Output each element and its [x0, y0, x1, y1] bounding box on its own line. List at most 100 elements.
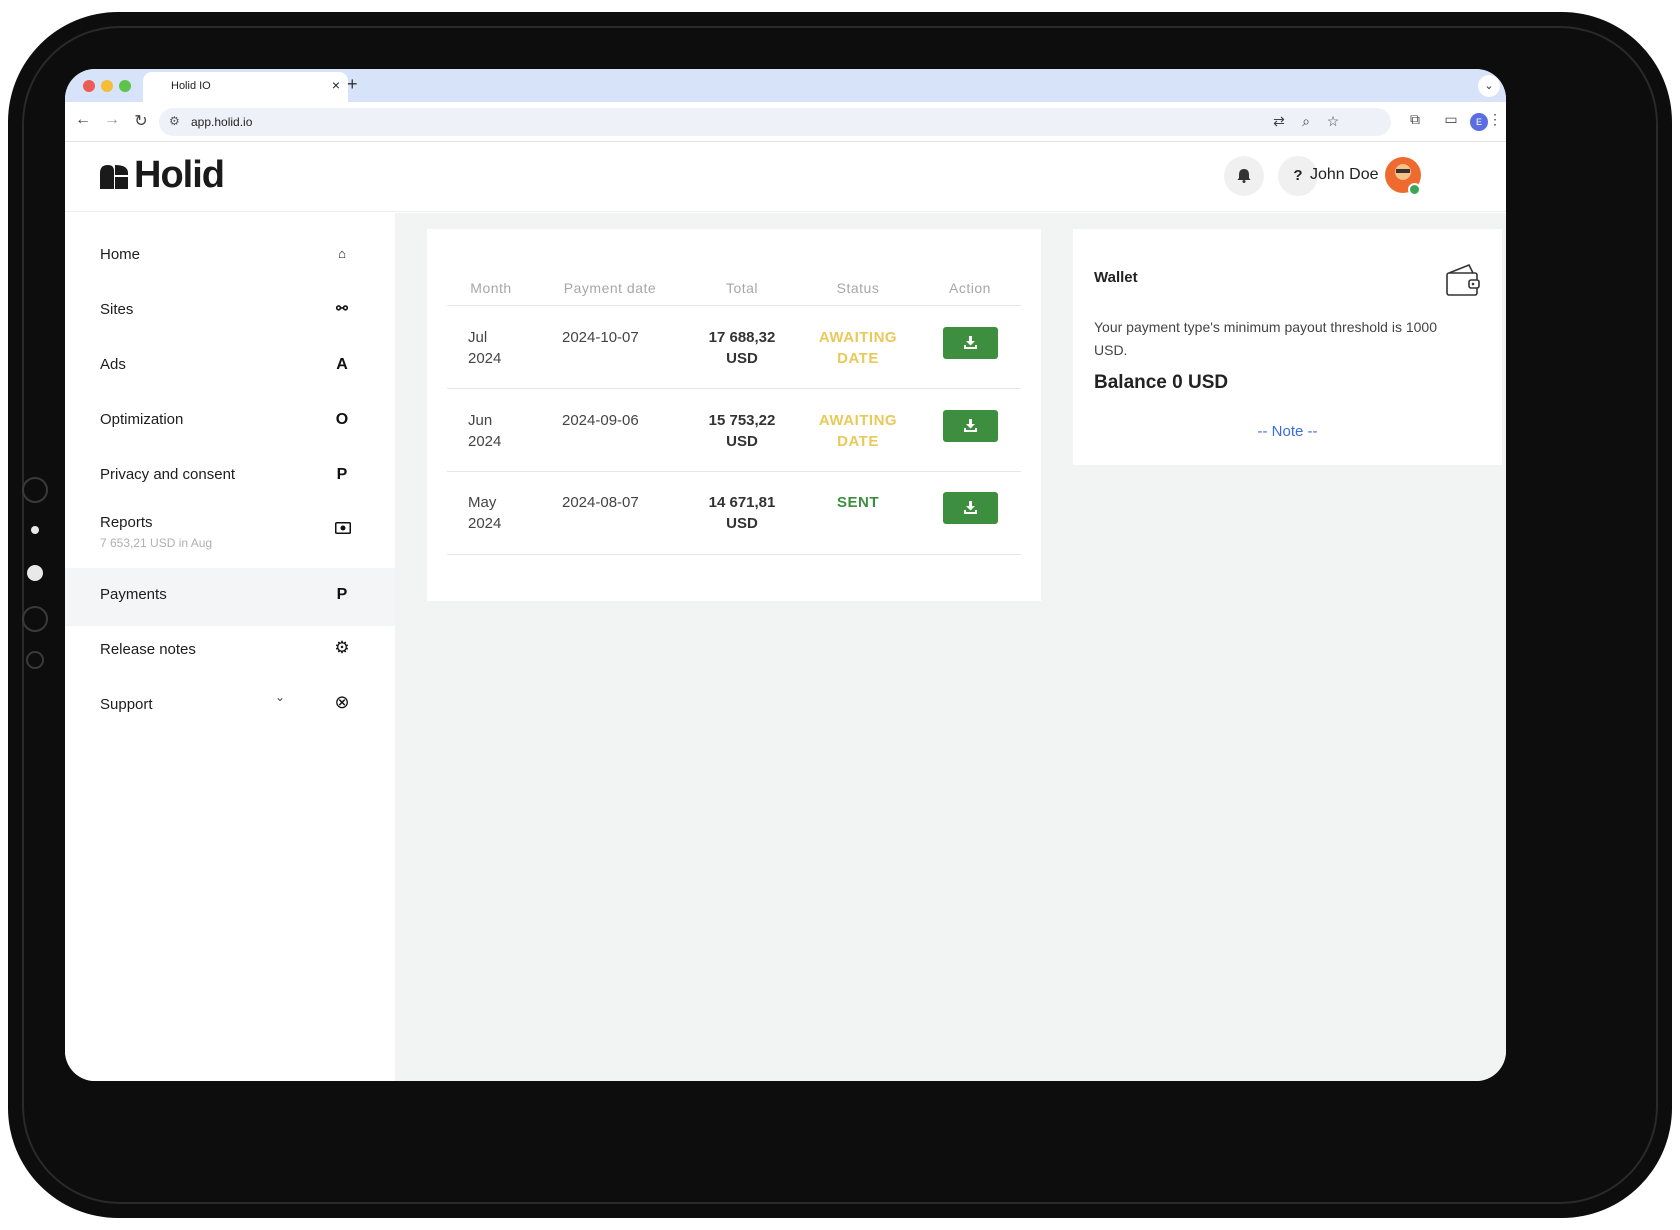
status-badge-line2: DATE: [837, 433, 879, 450]
sidebar-item-support[interactable]: Support ⌄ ⊗: [65, 678, 395, 736]
download-button[interactable]: [943, 327, 998, 359]
site-settings-icon[interactable]: ⚙: [169, 114, 180, 128]
column-header-action: Action: [949, 280, 991, 296]
camera-dot-2: [27, 565, 43, 581]
close-icon[interactable]: ×: [332, 77, 340, 93]
wallet-balance: Balance 0 USD: [1094, 372, 1229, 393]
notifications-button[interactable]: [1224, 156, 1264, 196]
download-button[interactable]: [943, 410, 998, 442]
browser-tab[interactable]: Holid IO ×: [143, 72, 348, 102]
back-icon[interactable]: ←: [73, 111, 93, 129]
screen: Holid IO × + ⌄ ← → ↻ ⚙ app.holid.io ⇄ ⌕ …: [65, 69, 1506, 1081]
browser-menu-icon[interactable]: ⋮: [1485, 111, 1505, 128]
wallet-card: Wallet Your payment type's minimum payou…: [1073, 229, 1502, 465]
close-window-dot[interactable]: [83, 80, 95, 92]
header-divider: [447, 305, 1021, 306]
reports-earnings-sublabel: 7 653,21 USD in Aug: [100, 536, 213, 550]
download-button[interactable]: [943, 492, 998, 524]
download-icon: [964, 419, 977, 432]
row-total-currency: USD: [726, 433, 758, 450]
download-icon: [964, 501, 977, 514]
url-text[interactable]: app.holid.io: [191, 115, 252, 129]
tablet-frame: Holid IO × + ⌄ ← → ↻ ⚙ app.holid.io ⇄ ⌕ …: [8, 12, 1672, 1218]
sidebar-item-label: Support: [100, 696, 153, 713]
sidebar-item-label: Optimization: [100, 411, 184, 428]
column-header-status: Status: [836, 280, 880, 296]
note-link[interactable]: -- Note --: [1073, 423, 1502, 440]
sidebar-item-label: Payments: [100, 586, 167, 603]
letter-p-icon: P: [336, 466, 348, 483]
tab-title: Holid IO: [171, 80, 211, 92]
chevron-down-icon[interactable]: ⌄: [275, 690, 285, 704]
user-name[interactable]: John Doe: [1310, 166, 1379, 184]
sidebar-item-sites[interactable]: Sites ⚯: [65, 283, 395, 341]
row-year: 2024: [468, 515, 502, 532]
bell-icon: [1237, 169, 1251, 183]
status-badge: SENT: [836, 494, 879, 511]
row-total-amount: 17 688,32: [708, 329, 776, 346]
row-payment-date: 2024-08-07: [562, 494, 639, 511]
sidebar-item-home[interactable]: Home ⌂: [65, 228, 395, 286]
online-status-dot: [1408, 183, 1421, 196]
row-month: Jul: [468, 329, 488, 346]
logo-text: Holid: [134, 154, 225, 196]
browser-toolbar: ← → ↻ ⚙ app.holid.io ⇄ ⌕ ☆ ⧉ ▭ E ⋮: [65, 102, 1506, 142]
translate-icon[interactable]: ⇄: [1269, 113, 1289, 130]
sidebar-item-optimization[interactable]: Optimization O: [65, 393, 395, 451]
status-badge: AWAITING: [818, 329, 898, 346]
link-icon: ⚯: [336, 300, 348, 316]
row-month: Jun: [468, 412, 493, 429]
letter-o-icon: O: [335, 411, 349, 428]
reload-icon[interactable]: ↻: [131, 111, 151, 131]
money-icon: [335, 522, 351, 534]
app-header: Holid ? John Doe: [65, 142, 1506, 212]
new-tab-button[interactable]: +: [347, 74, 358, 95]
sidebar-item-label: Reports: [100, 514, 153, 531]
wallet-icon: [1446, 263, 1480, 296]
sidebar-item-payments[interactable]: Payments P: [65, 568, 395, 626]
status-badge: AWAITING: [818, 412, 898, 429]
tab-search-button[interactable]: ⌄: [1478, 75, 1500, 97]
row-total-currency: USD: [726, 515, 758, 532]
payout-threshold-text: Your payment type's minimum payout thres…: [1094, 319, 1438, 358]
minimize-window-dot[interactable]: [101, 80, 113, 92]
sidebar-item-ads[interactable]: Ads A: [65, 338, 395, 396]
sidebar-item-reports[interactable]: Reports 7 653,21 USD in Aug: [65, 503, 395, 567]
letter-p-icon: P: [336, 586, 348, 603]
address-bar[interactable]: ⚙ app.holid.io ⇄ ⌕ ☆: [159, 108, 1391, 136]
sidebar-item-label: Privacy and consent: [100, 466, 236, 483]
wallet-title: Wallet: [1094, 269, 1138, 286]
cast-icon[interactable]: ▭: [1441, 111, 1461, 128]
status-badge-line2: DATE: [837, 350, 879, 367]
extensions-icon[interactable]: ⧉: [1405, 111, 1425, 128]
sidebar-item-label: Ads: [100, 356, 126, 373]
row-year: 2024: [468, 350, 502, 367]
camera-dot-1: [31, 526, 39, 534]
payments-table-card: Month Payment date Total Status Action J…: [427, 229, 1041, 601]
main-content: Month Payment date Total Status Action J…: [395, 213, 1506, 1081]
zoom-icon[interactable]: ⌕: [1296, 113, 1316, 130]
sidebar-item-privacy[interactable]: Privacy and consent P: [65, 448, 395, 506]
row-divider: [447, 388, 1021, 389]
camera-ring-1: [22, 477, 48, 503]
holid-logo-icon: [100, 165, 128, 189]
column-header-month: Month: [470, 280, 512, 296]
letter-a-icon: A: [336, 356, 348, 373]
forward-icon[interactable]: →: [102, 111, 122, 129]
bookmark-star-icon[interactable]: ☆: [1323, 113, 1343, 130]
row-total-amount: 14 671,81: [708, 494, 776, 511]
sidebar-item-label: Release notes: [100, 641, 196, 658]
maximize-window-dot[interactable]: [119, 80, 131, 92]
row-total-amount: 15 753,22: [708, 412, 776, 429]
sidebar-item-label: Home: [100, 246, 141, 263]
download-icon: [964, 336, 977, 349]
sidebar-item-release-notes[interactable]: Release notes ⚙: [65, 623, 395, 681]
row-total-currency: USD: [726, 350, 758, 367]
row-payment-date: 2024-09-06: [562, 412, 639, 429]
camera-ring-2: [22, 606, 48, 632]
sidebar-item-label: Sites: [100, 301, 134, 318]
row-divider: [447, 471, 1021, 472]
sidebar: Home ⌂ Sites ⚯ Ads A Optimization O Priv…: [65, 213, 395, 1081]
camera-ring-3: [26, 651, 44, 669]
column-header-payment-date: Payment date: [563, 280, 657, 296]
